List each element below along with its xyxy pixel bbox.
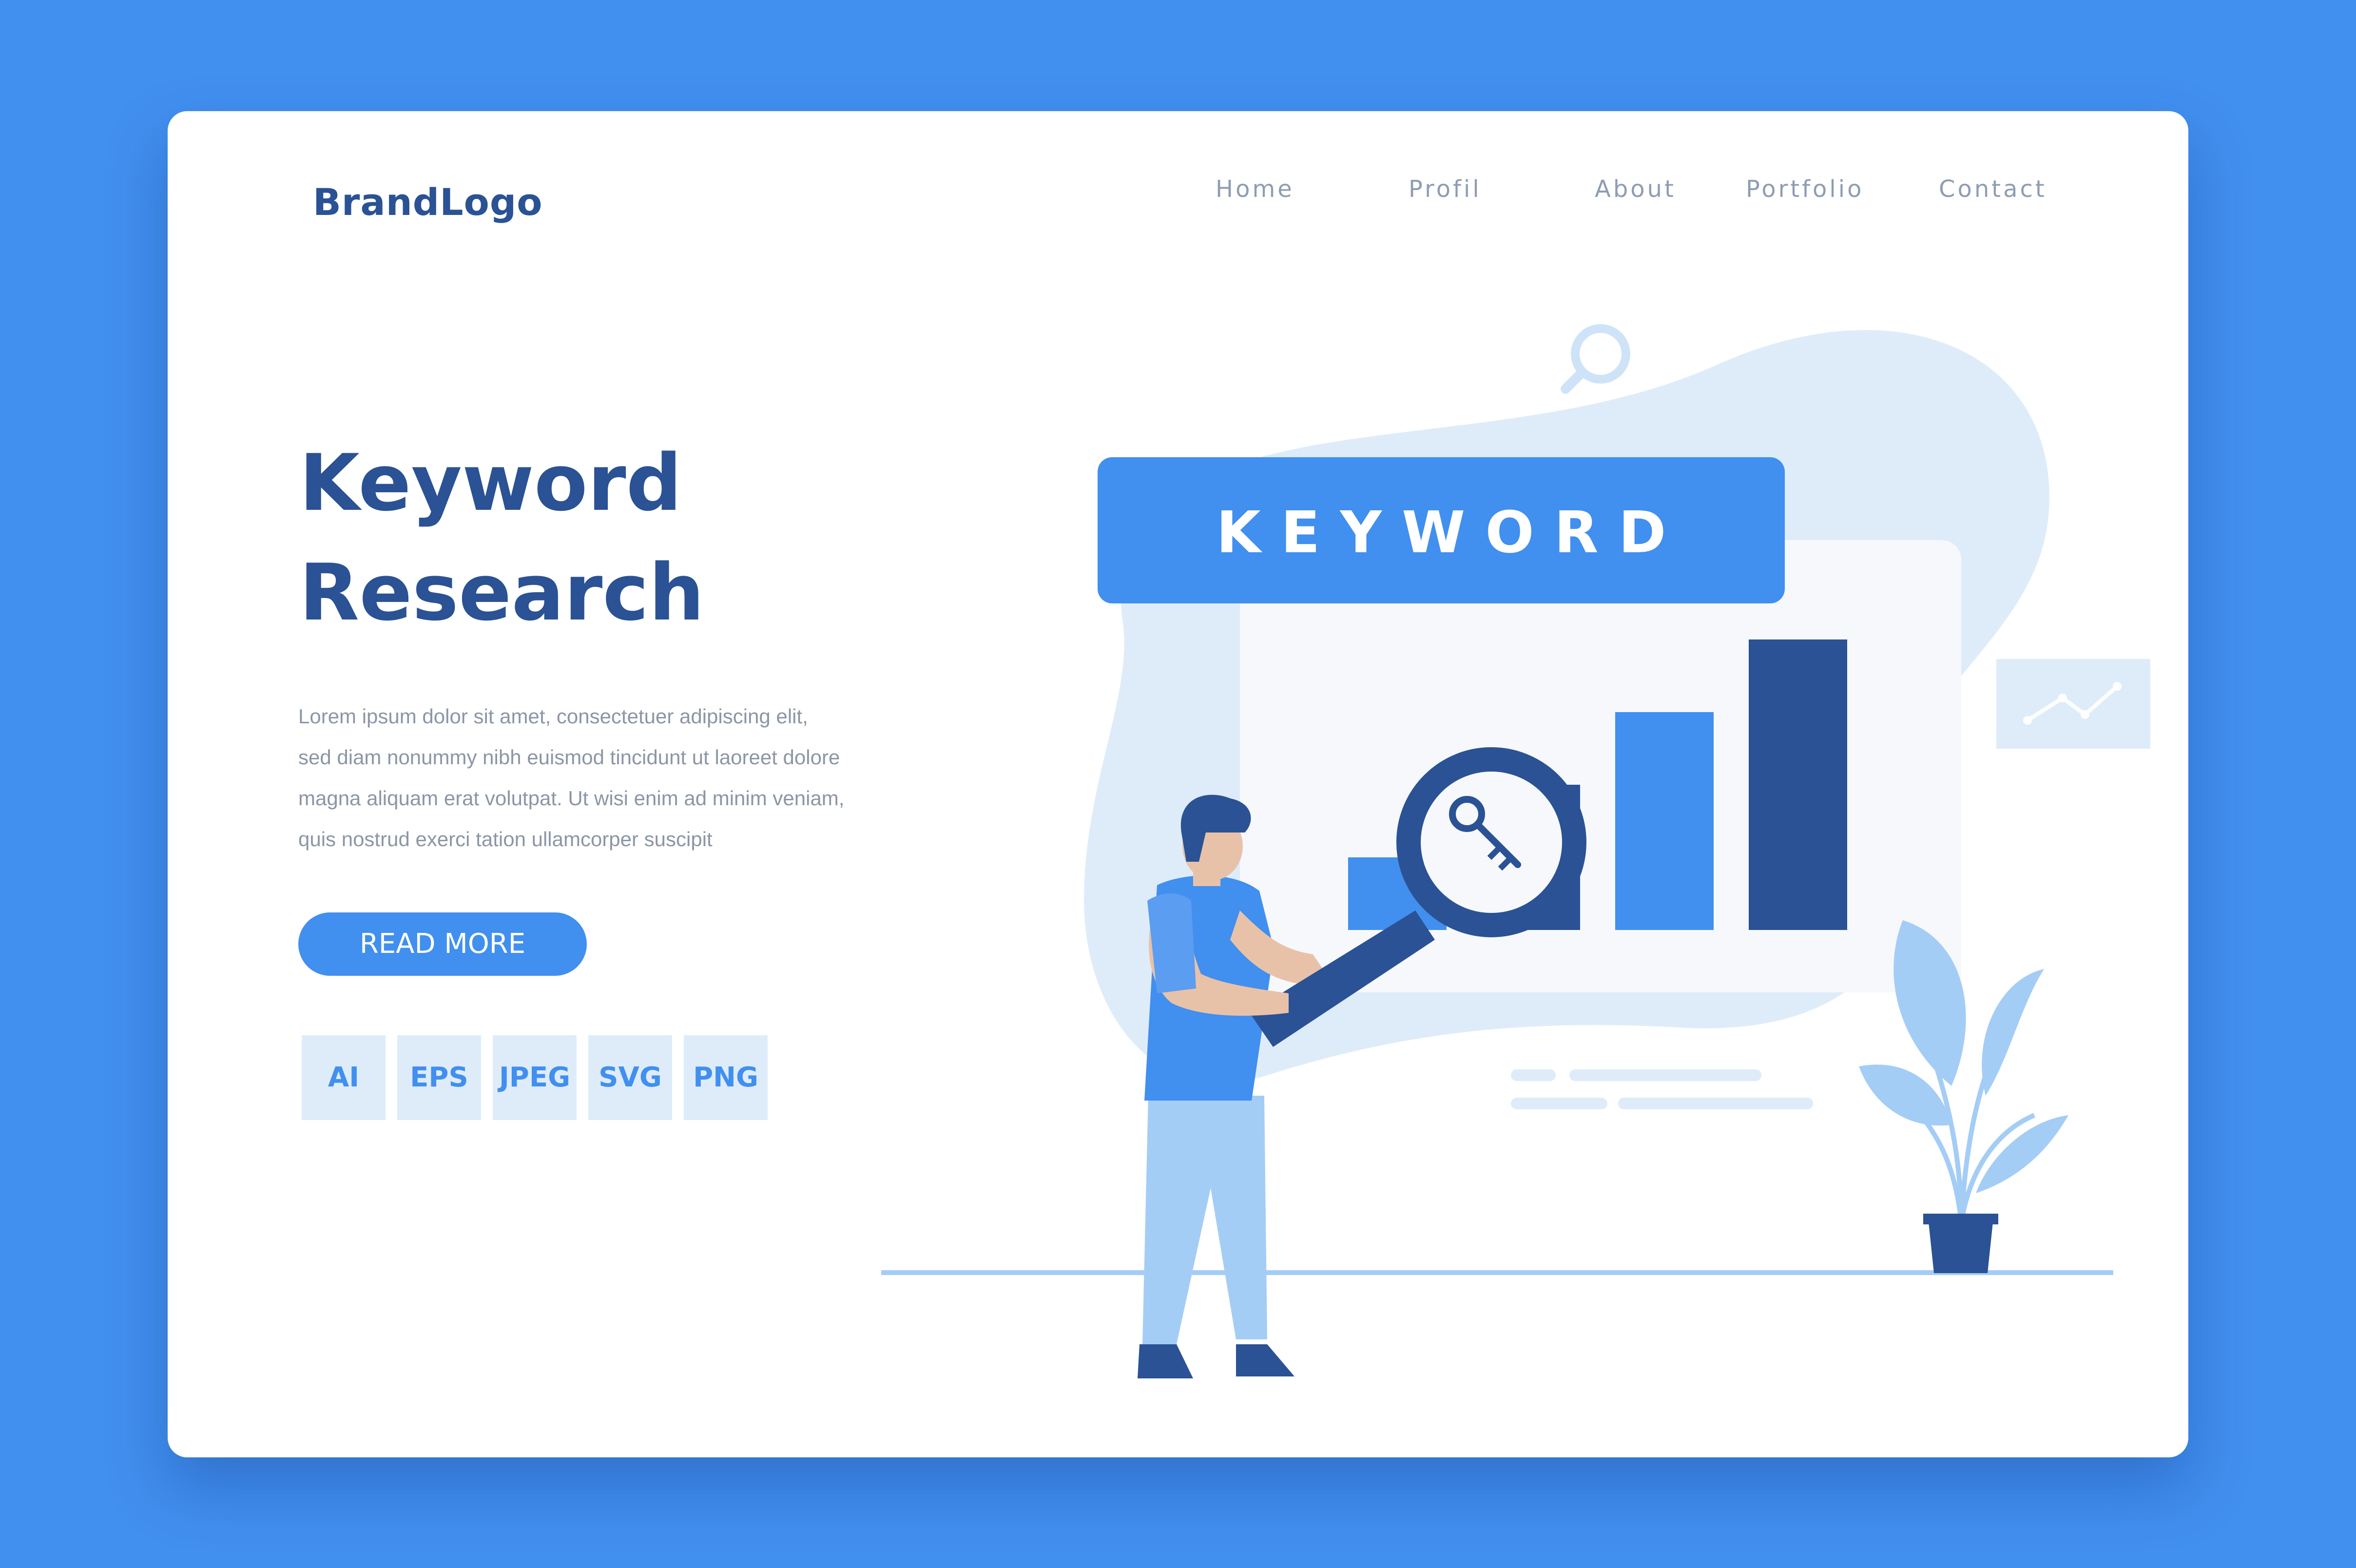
trend-chart-icon	[1996, 659, 2150, 749]
ground-line	[881, 1270, 2113, 1275]
placeholder-lines	[1511, 1069, 1813, 1109]
keyword-research-illustration: K E Y W O R D	[881, 324, 2150, 1378]
chart-bar	[1615, 712, 1714, 930]
chart-bar	[1749, 639, 1847, 930]
search-icon	[1561, 324, 1630, 394]
landing-page-card: BrandLogo Home Profil About Portfolio Co…	[168, 111, 2188, 1457]
keyword-banner-text: K E Y W O R D	[1216, 499, 1666, 566]
